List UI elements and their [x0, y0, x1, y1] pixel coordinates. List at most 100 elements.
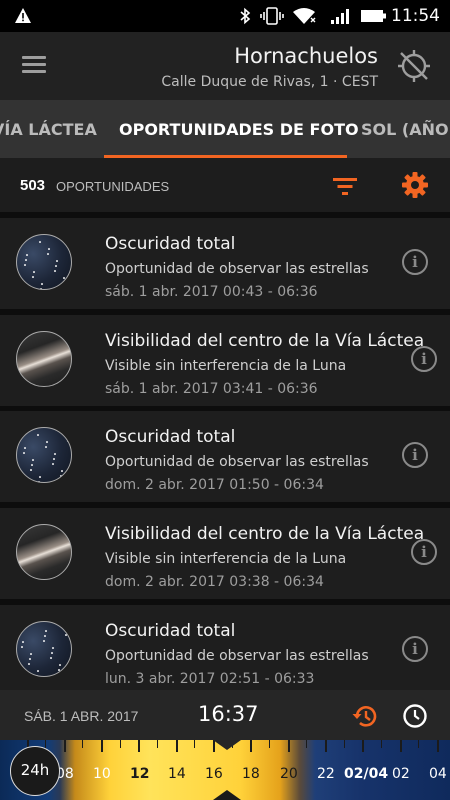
star-speck — [22, 641, 24, 643]
star-speck — [70, 242, 71, 244]
info-icon[interactable]: i — [411, 539, 437, 565]
star-speck — [25, 259, 27, 261]
star-speck — [47, 253, 49, 255]
star-speck — [50, 657, 52, 659]
star-speck — [32, 276, 34, 278]
clock-icon[interactable] — [402, 703, 428, 729]
star-speck — [43, 640, 45, 642]
gps-off-icon[interactable] — [396, 48, 432, 84]
star-speck — [28, 663, 30, 665]
app-header: Hornachuelos Calle Duque de Rivas, 1 · C… — [0, 32, 450, 100]
star-speck — [59, 664, 61, 666]
card-date: sáb. 1 abr. 2017 03:41 - 06:36 — [105, 381, 318, 397]
star-speck — [60, 475, 62, 477]
star-speck — [67, 440, 69, 442]
opportunity-card[interactable]: Oscuridad total Oportunidad de observar … — [0, 605, 450, 696]
timeline-label: 02/04 — [344, 766, 389, 782]
warning-icon — [15, 8, 31, 23]
star-speck — [41, 283, 43, 285]
star-speck — [52, 463, 54, 465]
tab-via-lactea[interactable]: VÍA LÁCTEA — [0, 120, 97, 139]
card-title: Visibilidad del centro de la Vía Láctea — [105, 331, 425, 351]
history-icon[interactable] — [351, 703, 379, 729]
star-speck — [23, 452, 25, 454]
opportunity-card[interactable]: Visibilidad del centro de la Vía Láctea … — [0, 315, 450, 406]
selected-time[interactable]: 16:37 — [198, 702, 259, 726]
star-speck — [51, 652, 53, 654]
location-subtitle[interactable]: Calle Duque de Rivas, 1 · CEST — [161, 74, 378, 90]
results-bar: 503 OPORTUNIDADES — [0, 158, 450, 212]
tab-bar: VÍA LÁCTEA OPORTUNIDADES DE FOTO SOL (AÑ… — [0, 100, 450, 158]
star-speck — [67, 624, 69, 626]
star-speck — [19, 237, 21, 239]
info-icon[interactable]: i — [402, 442, 428, 468]
star-speck — [29, 658, 31, 660]
star-speck — [62, 282, 64, 284]
opportunity-card[interactable]: Oscuridad total Oportunidad de observar … — [0, 218, 450, 309]
star-speck — [26, 254, 28, 256]
star-speck — [69, 430, 71, 432]
timeline-label: 04 — [429, 766, 447, 782]
status-time: 11:54 — [391, 6, 440, 26]
card-subtitle: Oportunidad de observar las estrellas — [105, 648, 369, 664]
timeline-label: 16 — [205, 766, 223, 782]
timeline-label: 18 — [242, 766, 260, 782]
battery-icon — [361, 10, 386, 22]
location-title[interactable]: Hornachuelos — [234, 44, 378, 68]
star-speck — [38, 481, 40, 482]
star-speck — [54, 270, 56, 272]
timeline-label: 10 — [93, 766, 111, 782]
star-speck — [52, 647, 54, 649]
star-speck — [37, 434, 39, 436]
star-speck — [46, 441, 48, 443]
star-speck — [63, 277, 65, 279]
star-speck — [58, 669, 60, 671]
info-icon[interactable]: i — [402, 636, 428, 662]
star-speck — [44, 635, 46, 637]
timeline-label: 12 — [130, 766, 150, 782]
star-speck — [39, 241, 41, 243]
star-speck — [30, 469, 32, 471]
menu-button[interactable] — [22, 52, 48, 78]
star-speck — [68, 435, 70, 437]
card-date: dom. 2 abr. 2017 03:38 - 06:34 — [105, 574, 324, 590]
card-date: dom. 2 abr. 2017 01:50 - 06:34 — [105, 477, 324, 493]
star-speck — [31, 464, 33, 466]
timeline-label: 20 — [280, 766, 298, 782]
star-speck — [54, 453, 56, 455]
info-icon[interactable]: i — [402, 249, 428, 275]
night-sky-thumbnail — [16, 621, 72, 677]
bluetooth-icon — [240, 7, 251, 25]
menu-icon — [22, 56, 46, 59]
signal-icon — [331, 9, 349, 24]
star-speck — [69, 247, 71, 249]
filter-icon[interactable] — [332, 174, 358, 198]
tab-sol-ano[interactable]: SOL (AÑO) — [361, 120, 450, 139]
info-icon[interactable]: i — [411, 346, 437, 372]
24h-button[interactable]: 24h — [10, 746, 60, 796]
star-speck — [24, 264, 26, 266]
star-speck — [33, 271, 35, 273]
opportunity-card[interactable]: Oscuridad total Oportunidad de observar … — [0, 411, 450, 502]
star-speck — [40, 288, 42, 289]
star-speck — [66, 629, 68, 631]
milky-way-thumbnail — [16, 524, 72, 580]
tab-oportunidades[interactable]: OPORTUNIDADES DE FOTO — [119, 120, 359, 139]
star-speck — [45, 446, 47, 448]
star-speck — [24, 447, 26, 449]
selected-date[interactable]: SÁB. 1 ABR. 2017 — [24, 708, 138, 724]
milky-way-thumbnail — [16, 331, 72, 387]
opportunity-card[interactable]: Visibilidad del centro de la Vía Láctea … — [0, 508, 450, 599]
star-speck — [45, 630, 47, 632]
card-date: sáb. 1 abr. 2017 00:43 - 06:36 — [105, 284, 318, 300]
card-date: lun. 3 abr. 2017 02:51 - 06:33 — [105, 671, 315, 687]
timeline-label: 02 — [392, 766, 410, 782]
card-title: Oscuridad total — [105, 621, 236, 641]
night-sky-thumbnail — [16, 234, 72, 290]
timeline-pointer-top — [213, 740, 241, 750]
star-speck — [30, 653, 32, 655]
status-bar: 11:54 — [0, 0, 450, 32]
card-title: Oscuridad total — [105, 234, 236, 254]
gear-icon[interactable] — [401, 171, 429, 199]
card-subtitle: Visible sin interferencia de la Luna — [105, 551, 347, 567]
